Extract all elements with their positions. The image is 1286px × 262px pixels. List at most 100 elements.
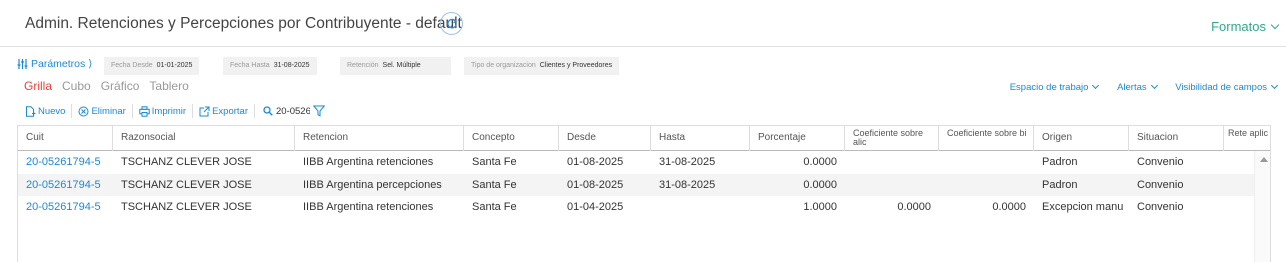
column-header-situacion[interactable]: Situacion — [1129, 126, 1224, 151]
cell-hasta: 31-08-2025 — [659, 178, 716, 191]
tab-tablero[interactable]: Tablero — [149, 79, 188, 93]
refresh-icon — [446, 18, 457, 28]
tab-cubo[interactable]: Cubo — [62, 79, 91, 93]
filter-icon[interactable] — [313, 105, 325, 117]
column-header-coef-alic[interactable]: Coeficiente sobre alic — [845, 126, 939, 151]
filter-label: Tipo de organizacion — [471, 62, 536, 69]
cell-razonsocial: TSCHANZ CLEVER JOSE — [121, 201, 252, 213]
scroll-up-arrow-icon[interactable] — [1260, 157, 1268, 162]
new-button[interactable]: Nuevo — [25, 106, 65, 117]
column-header-razonsocial[interactable]: Razonsocial — [113, 126, 295, 151]
filter-value: Sel. Múltiple — [382, 62, 421, 69]
cell-hasta — [651, 196, 750, 219]
cell-coef-bi — [939, 174, 1034, 197]
table-row[interactable]: 20-05261794-5 TSCHANZ CLEVER JOSE IIBB A… — [18, 196, 1254, 219]
cell-coef-bi — [939, 151, 1034, 174]
cell-coef-alic: 0.0000 — [897, 201, 931, 213]
refresh-button[interactable] — [440, 12, 463, 35]
print-button[interactable]: Imprimir — [139, 106, 186, 117]
column-header-hasta[interactable]: Hasta — [651, 126, 750, 151]
toolbar-divider — [254, 104, 255, 118]
alertas-dropdown[interactable]: Alertas — [1109, 81, 1158, 93]
parametros-toggle[interactable]: Parámetros ⟩ — [17, 58, 92, 70]
column-header-origen[interactable]: Origen — [1034, 126, 1129, 151]
new-document-icon — [26, 105, 36, 117]
cell-porcentaje: 0.0000 — [803, 178, 837, 191]
cell-hasta: 31-08-2025 — [659, 156, 716, 168]
cell-rete-aplic — [1224, 174, 1254, 197]
delete-circle-icon — [78, 106, 89, 116]
cell-situacion: Convenio — [1137, 201, 1184, 213]
export-button[interactable]: Exportar — [199, 106, 248, 117]
toolbar-divider — [192, 104, 194, 118]
table-row[interactable]: 20-05261794-5 TSCHANZ CLEVER JOSE IIBB A… — [18, 173, 1254, 197]
cell-cuit[interactable]: 20-05261794-5 — [18, 196, 113, 219]
filter-fecha-hasta[interactable]: Fecha Hasta 31-08-2025 — [223, 57, 317, 75]
chevron-down-icon — [1270, 20, 1280, 30]
sliders-icon — [17, 59, 28, 69]
tab-grilla[interactable]: Grilla — [24, 79, 52, 93]
cell-concepto: Santa Fe — [472, 201, 517, 213]
espacio-trabajo-dropdown[interactable]: Espacio de trabajo — [1002, 81, 1100, 93]
cell-coef-alic — [845, 151, 939, 174]
filter-value: 31-08-2025 — [273, 62, 310, 69]
grid-toolbar: Nuevo Eliminar Imprimir Exportar 20-0526 — [25, 104, 325, 118]
cell-concepto: Santa Fe — [472, 178, 517, 191]
cell-desde: 01-04-2025 — [567, 201, 624, 213]
column-header-rete-aplic[interactable]: Rete aplic — [1224, 126, 1270, 151]
workspace-links: Espacio de trabajo Alertas Visibilidad d… — [994, 81, 1279, 93]
cell-retencion: IIBB Argentina retenciones — [303, 156, 434, 168]
filter-label: Fecha Hasta — [230, 62, 270, 69]
filter-label: Retención — [347, 62, 379, 69]
cell-razonsocial: TSCHANZ CLEVER JOSE — [121, 156, 252, 168]
filter-fecha-desde[interactable]: Fecha Desde 01-01-2025 — [104, 57, 200, 75]
formatos-dropdown[interactable]: Formatos — [1211, 19, 1280, 34]
cell-razonsocial: TSCHANZ CLEVER JOSE — [121, 178, 252, 191]
filter-value: 01-01-2025 — [156, 62, 193, 69]
cell-desde: 01-08-2025 — [567, 156, 624, 168]
quick-search[interactable]: 20-0526 — [263, 105, 325, 117]
filter-retencion[interactable]: Retención Sel. Múltiple — [340, 57, 451, 75]
cell-origen: Padron — [1042, 156, 1078, 168]
column-header-cuit[interactable]: Cuit — [18, 126, 113, 151]
cell-cuit[interactable]: 20-05261794-5 — [18, 174, 113, 197]
search-input[interactable]: 20-0526 — [276, 106, 310, 117]
cell-coef-alic — [845, 174, 939, 197]
data-grid: Cuit Razonsocial Retencion Concepto Desd… — [17, 125, 1271, 262]
espacio-trabajo-label: Espacio de trabajo — [1009, 82, 1089, 93]
title-bar: Admin. Retenciones y Percepciones por Co… — [0, 0, 1286, 47]
formatos-label: Formatos — [1211, 19, 1266, 34]
cell-rete-aplic — [1224, 151, 1254, 174]
cell-cuit[interactable]: 20-05261794-5 — [18, 151, 113, 174]
cell-porcentaje: 1.0000 — [803, 201, 837, 213]
visibilidad-campos-dropdown[interactable]: Visibilidad de campos — [1167, 81, 1279, 93]
filter-tipo-organizacion[interactable]: Tipo de organizacion Clientes y Proveedor… — [464, 57, 620, 75]
cell-concepto: Santa Fe — [472, 156, 517, 168]
chevron-down-icon — [1092, 81, 1100, 90]
delete-button[interactable]: Eliminar — [78, 106, 126, 117]
column-header-porcentaje[interactable]: Porcentaje — [750, 126, 845, 151]
cell-situacion: Convenio — [1137, 156, 1184, 168]
chevron-down-icon — [1270, 81, 1279, 90]
cell-retencion: IIBB Argentina percepciones — [303, 178, 442, 191]
cell-desde: 01-08-2025 — [567, 178, 624, 191]
column-header-concepto[interactable]: Concepto — [464, 126, 559, 151]
column-header-retencion[interactable]: Retencion — [295, 126, 464, 151]
toolbar-divider — [71, 104, 73, 118]
cell-origen: Padron — [1042, 178, 1078, 191]
cell-situacion: Convenio — [1137, 178, 1184, 191]
toolbar-divider — [131, 104, 133, 118]
tab-grafico[interactable]: Gráfico — [101, 79, 140, 93]
column-header-coef-bi[interactable]: Coeficiente sobre bi — [939, 126, 1034, 151]
vertical-scrollbar[interactable] — [1254, 151, 1270, 262]
new-label: Nuevo — [38, 105, 66, 117]
cell-coef-bi: 0.0000 — [992, 201, 1026, 213]
parametros-label: Parámetros — [31, 58, 86, 70]
view-tabs: Grilla Cubo Gráfico Tablero — [24, 79, 199, 93]
export-icon — [199, 106, 210, 116]
chevron-right-icon: ⟩ — [88, 58, 93, 70]
page-title: Admin. Retenciones y Percepciones por Co… — [25, 15, 462, 32]
table-row[interactable]: 20-05261794-5 TSCHANZ CLEVER JOSE IIBB A… — [18, 151, 1254, 174]
printer-icon — [139, 105, 150, 117]
column-header-desde[interactable]: Desde — [559, 126, 651, 151]
